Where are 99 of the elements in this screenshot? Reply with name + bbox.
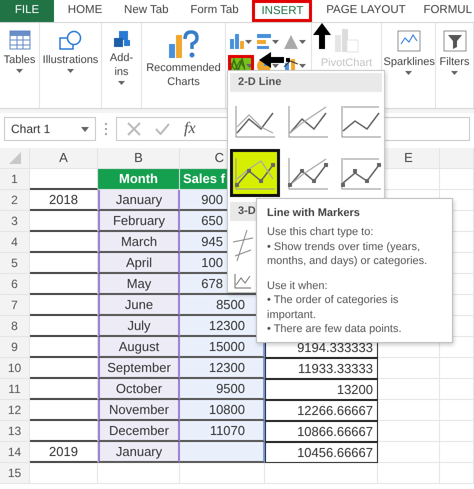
table-cell[interactable]: 11933.33333: [265, 358, 378, 379]
table-cell[interactable]: [180, 442, 265, 463]
table-cell[interactable]: June: [98, 295, 180, 316]
row-header[interactable]: 15: [0, 463, 30, 484]
select-all-icon: [8, 152, 20, 164]
table-cell[interactable]: October: [98, 379, 180, 400]
ribbon-button[interactable]: Recommended Charts: [144, 26, 224, 90]
table-cell[interactable]: 11070: [180, 421, 265, 442]
row-header[interactable]: 6: [0, 274, 30, 295]
ribbon-tab[interactable]: Form Tab: [182, 0, 247, 22]
ribbon-button[interactable]: Sparklines: [384, 26, 434, 75]
row-header[interactable]: 11: [0, 379, 30, 400]
table-cell[interactable]: September: [98, 358, 180, 379]
insert-function-button[interactable]: fx: [184, 121, 196, 137]
ribbon-button[interactable]: Tables: [2, 26, 38, 73]
ribbon-tab[interactable]: HOME: [60, 0, 110, 22]
line-chart-icon: [233, 103, 277, 140]
caret-icon: [405, 70, 412, 75]
ribbon-button[interactable]: Illustrations: [42, 26, 100, 73]
caret-icon: [272, 40, 279, 44]
caret-icon: [245, 40, 252, 44]
line-chart-icon: [339, 103, 383, 140]
name-box-text: Chart 1: [11, 121, 50, 138]
ribbon-button[interactable]: Add-ins: [104, 26, 140, 84]
column-chart-icon: [230, 34, 244, 49]
table-icon: [8, 30, 30, 50]
tooltip-text: Use this chart type to:: [267, 225, 374, 240]
line-chart-icon[interactable]: [234, 273, 252, 290]
column-header[interactable]: A: [30, 148, 98, 169]
row-header[interactable]: 9: [0, 337, 30, 358]
caret-icon: [299, 40, 306, 44]
sparkline-icon: [396, 30, 420, 52]
ribbon-tab[interactable]: INSERT: [252, 0, 312, 22]
line-chart-icon: [229, 58, 246, 73]
add-in-icon: [112, 30, 130, 48]
table-cell[interactable]: December: [98, 421, 180, 442]
row-header[interactable]: 5: [0, 253, 30, 274]
row-header[interactable]: 8: [0, 316, 30, 337]
line-3d-chart-icon: [231, 228, 255, 262]
line-chart-icon: [286, 155, 330, 192]
name-box[interactable]: Chart 1: [4, 117, 96, 141]
table-cell[interactable]: 12266.66667: [265, 400, 378, 421]
row-header[interactable]: 12: [0, 400, 30, 421]
table-cell[interactable]: May: [98, 274, 180, 295]
row-header[interactable]: 3: [0, 211, 30, 232]
table-cell[interactable]: February: [98, 211, 180, 232]
row-header[interactable]: 1: [0, 169, 30, 190]
file-tab[interactable]: FILE: [0, 0, 54, 22]
line-chart-icon: [233, 155, 277, 192]
table-cell[interactable]: 10800: [180, 400, 265, 421]
triangle-icon: [284, 34, 298, 48]
shapes-icon: [59, 30, 82, 50]
bar-chart-icon: [257, 34, 271, 49]
table-cell[interactable]: January: [98, 190, 180, 211]
line-chart-icon: [286, 103, 330, 140]
caret-icon: [16, 68, 23, 73]
caret-icon: [118, 80, 125, 84]
annotation-arrow: [310, 22, 334, 50]
caret-icon: [246, 64, 253, 68]
line-chart-icon: [339, 155, 383, 192]
column-header[interactable]: B: [98, 148, 180, 169]
filter-icon: [442, 30, 466, 52]
ribbon-tab[interactable]: FORMUL: [419, 0, 474, 22]
tooltip-text: • There are few data points.: [267, 322, 403, 336]
table-cell[interactable]: November: [98, 400, 180, 421]
caret-icon: [272, 64, 279, 68]
chart-question-icon: [168, 30, 199, 58]
tooltip-title: Line with Markers: [267, 206, 361, 220]
row-header[interactable]: 2: [0, 190, 30, 211]
table-cell[interactable]: August: [98, 337, 180, 358]
table-cell[interactable]: 10866.66667: [265, 421, 378, 442]
table-cell[interactable]: 15000: [180, 337, 265, 358]
caret-icon: [451, 70, 458, 75]
table-cell[interactable]: 10456.66667: [265, 442, 378, 463]
ribbon-tab[interactable]: New Tab: [116, 0, 177, 22]
caret-icon: [299, 64, 306, 68]
ribbon-button[interactable]: Filters: [438, 26, 472, 75]
chart-option[interactable]: [230, 149, 280, 198]
tooltip-text: • The order of categories is important.: [267, 293, 400, 322]
row-header[interactable]: 14: [0, 442, 30, 463]
table-cell[interactable]: March: [98, 232, 180, 253]
tooltip-text: • Show trends over time (years, months, and days) or categories.: [267, 240, 428, 268]
table-cell[interactable]: July: [98, 316, 180, 337]
row-header[interactable]: 7: [0, 295, 30, 316]
pivot-chart-icon: [334, 28, 359, 53]
table-cell[interactable]: 12300: [180, 358, 265, 379]
tooltip-text: Use it when:: [267, 279, 329, 294]
section-header: 2-D Line: [230, 73, 382, 92]
caret-icon: [67, 68, 74, 73]
row-header[interactable]: 13: [0, 421, 30, 442]
row-header[interactable]: 10: [0, 358, 30, 379]
caret-icon: [81, 126, 89, 132]
grip-icon: [104, 122, 108, 136]
table-cell[interactable]: 13200: [265, 379, 378, 400]
table-cell[interactable]: April: [98, 253, 180, 274]
table-cell[interactable]: January: [98, 442, 180, 463]
table-cell[interactable]: 9500: [180, 379, 265, 400]
ribbon-tab[interactable]: PAGE LAYOUT: [318, 0, 414, 22]
row-header[interactable]: 4: [0, 232, 30, 253]
